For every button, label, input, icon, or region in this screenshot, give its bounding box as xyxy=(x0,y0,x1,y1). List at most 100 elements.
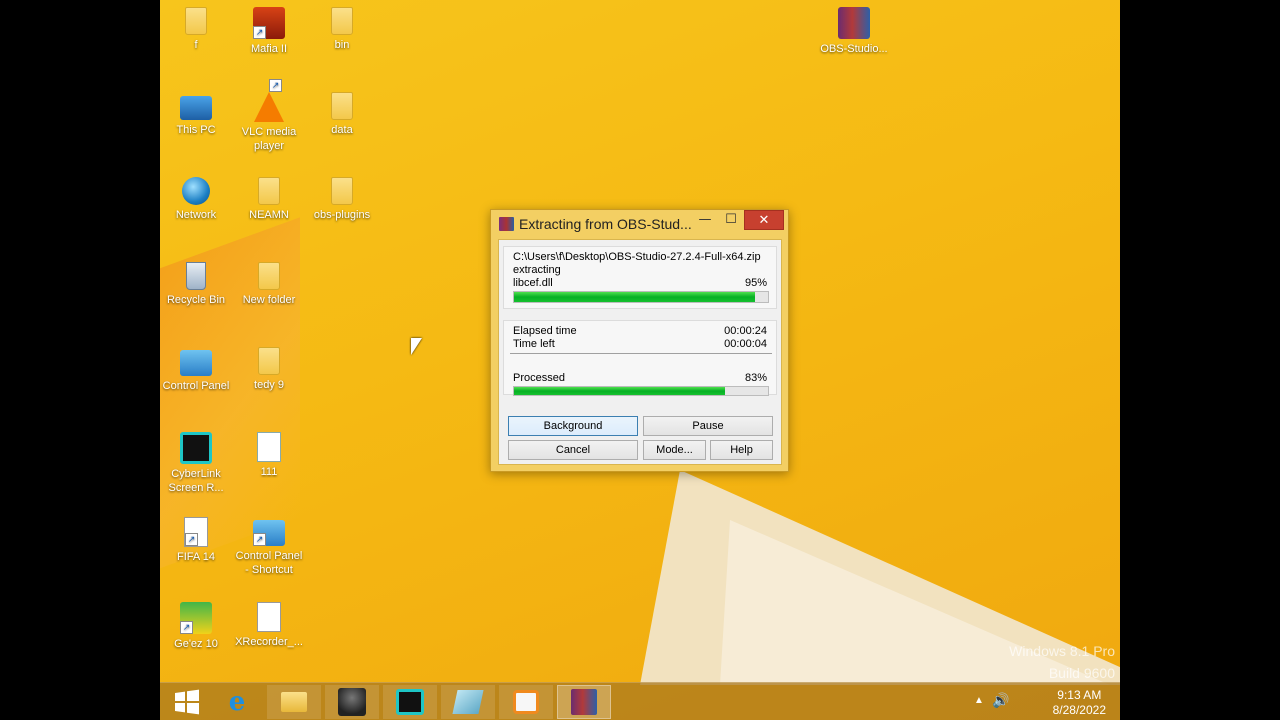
cancel-button[interactable]: Cancel xyxy=(508,440,638,460)
pause-button[interactable]: Pause xyxy=(643,416,773,436)
desktop-icon-label: Ge'ez 10 xyxy=(174,638,218,650)
desktop-icon-label: f xyxy=(194,39,198,51)
desktop-icon-control-panel-shortcut[interactable]: Control Panel - Shortcut xyxy=(233,517,305,577)
geez-keyboard-icon xyxy=(180,602,212,634)
taskbar: e ▲ 🔊 9:13 AM 8/28/2022 xyxy=(160,682,1120,720)
show-hidden-icons-chevron-up-icon[interactable]: ▲ xyxy=(974,695,984,706)
taskbar-game-app[interactable] xyxy=(325,685,379,719)
taskbar-file-explorer[interactable] xyxy=(267,685,321,719)
overall-progress-panel: Elapsed time 00:00:24 Time left 00:00:04… xyxy=(503,320,777,396)
desktop-icon-label: OBS-Studio... xyxy=(820,43,888,55)
taskbar-internet-explorer[interactable]: e xyxy=(210,685,264,719)
desktop-icon-fifa-14[interactable]: FIFA 14 xyxy=(160,517,232,564)
desktop-icon-label: data xyxy=(331,124,353,136)
divider xyxy=(510,353,772,354)
current-file-name: libcef.dll xyxy=(513,277,553,289)
cyberlink-icon xyxy=(396,689,424,715)
folder-icon xyxy=(331,92,353,120)
folder-icon xyxy=(331,177,353,205)
desktop-icon-geez-10[interactable]: Ge'ez 10 xyxy=(160,602,232,651)
desktop-icon-data[interactable]: data xyxy=(306,92,378,137)
desktop-icon-label: CyberLink Screen R... xyxy=(168,468,224,494)
desktop-icon-recycle-bin[interactable]: Recycle Bin xyxy=(160,262,232,307)
dialog-client-area: C:\Users\f\Desktop\OBS-Studio-27.2.4-Ful… xyxy=(498,239,782,465)
network-icon xyxy=(182,177,210,205)
desktop-icon-label: Control Panel xyxy=(162,380,230,392)
elapsed-time-label: Elapsed time xyxy=(513,325,577,337)
word-document-icon xyxy=(257,432,281,462)
desktop-icon-label: NEAMN xyxy=(249,209,289,221)
desktop-icon-label: New folder xyxy=(242,294,296,306)
watermark-edition: Windows 8.1 Pro xyxy=(1009,643,1115,659)
minimize-button[interactable]: — xyxy=(693,210,717,230)
system-tray: ▲ 🔊 9:13 AM 8/28/2022 xyxy=(950,683,1120,720)
book-icon xyxy=(452,690,484,714)
winrar-icon xyxy=(499,217,514,231)
current-file-panel: C:\Users\f\Desktop\OBS-Studio-27.2.4-Ful… xyxy=(503,246,777,309)
desktop-icon-label: bin xyxy=(334,39,350,51)
winrar-archive-icon xyxy=(838,7,870,39)
desktop-icon-label: VLC media player xyxy=(241,126,297,152)
desktop-icon-xrecorder[interactable]: XRecorder_... xyxy=(233,602,305,649)
watermark-build: Build 9600 xyxy=(1048,665,1115,681)
close-button[interactable]: ✕ xyxy=(744,210,784,230)
desktop-icon-this-pc[interactable]: This PC xyxy=(160,92,232,137)
file-percent: 95% xyxy=(744,277,767,289)
desktop-icon-new-folder[interactable]: New folder xyxy=(233,262,305,307)
desktop-icon-control-panel[interactable]: Control Panel xyxy=(160,347,232,393)
desktop-icon-label: FIFA 14 xyxy=(177,551,215,563)
dialog-title: Extracting from OBS-Stud... xyxy=(519,216,692,232)
soldier-icon xyxy=(338,688,366,716)
vlc-icon xyxy=(254,79,284,122)
volume-icon[interactable]: 🔊 xyxy=(992,692,1009,709)
desktop-icon-f[interactable]: f xyxy=(160,7,232,52)
desktop-icon-label: tedy 9 xyxy=(254,379,284,391)
desktop-icon-obs-archive[interactable]: OBS-Studio... xyxy=(818,7,890,56)
desktop-icon-tedy-9[interactable]: tedy 9 xyxy=(233,347,305,392)
desktop-icon-label: Control Panel - Shortcut xyxy=(235,550,303,576)
help-button[interactable]: Help xyxy=(710,440,773,460)
clock[interactable]: 9:13 AM 8/28/2022 xyxy=(1053,688,1106,718)
desktop-icon-mafia-ii[interactable]: Mafia II xyxy=(233,7,305,56)
file-shortcut-icon xyxy=(184,517,208,547)
winrar-icon xyxy=(571,689,597,715)
folder-icon xyxy=(258,177,280,205)
desktop-icon-label: Mafia II xyxy=(250,43,288,55)
ie-icon: e xyxy=(228,687,246,717)
desktop: f Mafia II bin OBS-Studio... This PC VLC… xyxy=(160,0,1120,720)
media-player-icon xyxy=(513,690,539,714)
desktop-icon-obs-plugins[interactable]: obs-plugins xyxy=(306,177,378,222)
dialog-titlebar[interactable]: Extracting from OBS-Stud... — ☐ ✕ xyxy=(491,210,788,238)
taskbar-media-player[interactable] xyxy=(499,685,553,719)
clock-time: 9:13 AM xyxy=(1057,688,1102,702)
processed-progress-bar xyxy=(513,386,769,396)
processed-progress-fill xyxy=(514,387,725,395)
desktop-icon-neamn[interactable]: NEAMN xyxy=(233,177,305,222)
winrar-extract-dialog: Extracting from OBS-Stud... — ☐ ✕ C:\Use… xyxy=(490,209,789,472)
desktop-icon-cyberlink[interactable]: CyberLink Screen R... xyxy=(160,432,232,495)
desktop-icon-bin[interactable]: bin xyxy=(306,7,378,52)
maximize-button[interactable]: ☐ xyxy=(719,210,743,230)
file-progress-fill xyxy=(514,292,756,302)
background-button[interactable]: Background xyxy=(508,416,638,436)
desktop-icon-vlc[interactable]: VLC media player xyxy=(233,79,305,153)
desktop-icon-network[interactable]: Network xyxy=(160,177,232,222)
folder-icon xyxy=(331,7,353,35)
desktop-icon-111[interactable]: 111 xyxy=(233,432,305,479)
processed-label: Processed xyxy=(513,372,565,384)
start-button[interactable] xyxy=(160,685,214,719)
control-panel-icon xyxy=(180,350,212,376)
mouse-pointer-icon xyxy=(411,338,422,355)
file-progress-bar xyxy=(513,291,769,303)
recycle-bin-icon xyxy=(186,262,206,290)
taskbar-winrar[interactable] xyxy=(557,685,611,719)
desktop-icon-label: obs-plugins xyxy=(313,209,371,221)
mp3-file-icon xyxy=(257,602,281,632)
mode-button[interactable]: Mode... xyxy=(643,440,706,460)
taskbar-cyberlink[interactable] xyxy=(383,685,437,719)
mafia-game-icon xyxy=(253,7,285,39)
taskbar-app-generic[interactable] xyxy=(441,685,495,719)
computer-icon xyxy=(180,96,212,120)
desktop-icon-label: This PC xyxy=(176,124,216,136)
folder-icon xyxy=(258,347,280,375)
